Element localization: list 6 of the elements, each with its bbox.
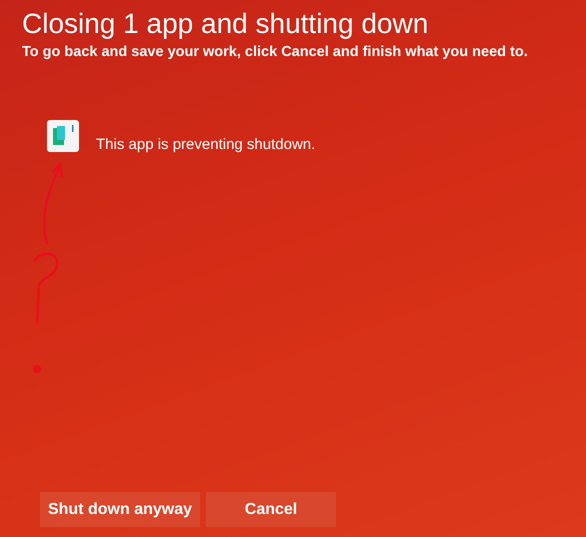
instruction-text: To go back and save your work, click Cancel and finish what you need to. <box>22 44 529 60</box>
cancel-button[interactable]: Cancel <box>206 492 336 527</box>
app-label: This app is preventing shutdown. <box>96 136 316 153</box>
shut-down-button[interactable]: Shut down anyway <box>40 492 200 527</box>
dialog-title: Closing 1 app and shutting down <box>22 7 430 41</box>
app-icon <box>46 118 80 152</box>
